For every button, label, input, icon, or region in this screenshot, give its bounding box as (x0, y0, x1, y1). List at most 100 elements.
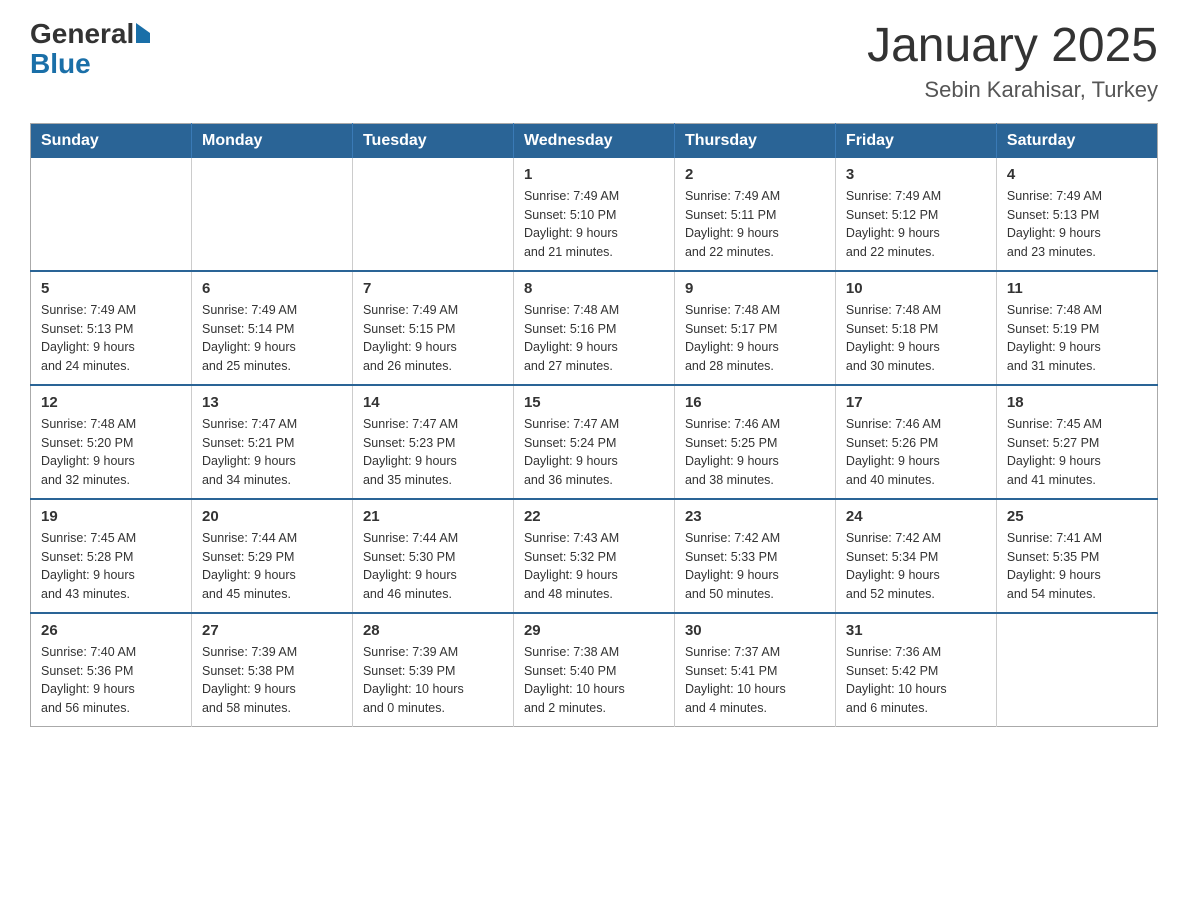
calendar-header: SundayMondayTuesdayWednesdayThursdayFrid… (31, 123, 1158, 158)
day-info: Sunrise: 7:49 AMSunset: 5:15 PMDaylight:… (363, 301, 503, 376)
logo-blue: Blue (30, 50, 91, 78)
week-row-5: 26 Sunrise: 7:40 AMSunset: 5:36 PMDayligh… (31, 613, 1158, 727)
day-info: Sunrise: 7:42 AMSunset: 5:33 PMDaylight:… (685, 529, 825, 604)
day-info: Sunrise: 7:47 AMSunset: 5:24 PMDaylight:… (524, 415, 664, 490)
day-info: Sunrise: 7:47 AMSunset: 5:23 PMDaylight:… (363, 415, 503, 490)
title-section: January 2025 Sebin Karahisar, Turkey (867, 20, 1158, 103)
calendar-cell: 16Sunrise: 7:46 AMSunset: 5:25 PMDayligh… (674, 385, 835, 499)
day-number: 15 (524, 394, 664, 411)
day-info: Sunrise: 7:41 AMSunset: 5:35 PMDaylight:… (1007, 529, 1147, 604)
calendar-cell: 31Sunrise: 7:36 AMSunset: 5:42 PMDayligh… (835, 613, 996, 727)
day-number: 3 (846, 166, 986, 183)
day-info: Sunrise: 7:38 AMSunset: 5:40 PMDaylight:… (524, 643, 664, 718)
day-number: 6 (202, 280, 342, 297)
week-row-4: 19 Sunrise: 7:45 AMSunset: 5:28 PMDayligh… (31, 499, 1158, 613)
day-number: 20 (202, 508, 342, 525)
calendar-cell: 17 Sunrise: 7:46 AMSunset: 5:26 PMDayligh… (835, 385, 996, 499)
week-row-3: 12 Sunrise: 7:48 AMSunset: 5:20 PMDayligh… (31, 385, 1158, 499)
day-number: 1 (524, 166, 664, 183)
day-number: 24 (846, 508, 986, 525)
calendar-title: January 2025 (867, 20, 1158, 73)
calendar-cell: 30 Sunrise: 7:37 AMSunset: 5:41 PMDayligh… (674, 613, 835, 727)
calendar-cell (996, 613, 1157, 727)
calendar-cell: 14 Sunrise: 7:47 AMSunset: 5:23 PMDayligh… (352, 385, 513, 499)
calendar-cell: 7 Sunrise: 7:49 AMSunset: 5:15 PMDaylight… (352, 271, 513, 385)
day-number: 5 (41, 280, 181, 297)
calendar-cell (352, 158, 513, 271)
calendar-cell: 25 Sunrise: 7:41 AMSunset: 5:35 PMDayligh… (996, 499, 1157, 613)
day-info: Sunrise: 7:45 AMSunset: 5:28 PMDaylight:… (41, 529, 181, 604)
calendar-cell: 13 Sunrise: 7:47 AMSunset: 5:21 PMDayligh… (191, 385, 352, 499)
calendar-cell: 9 Sunrise: 7:48 AMSunset: 5:17 PMDaylight… (674, 271, 835, 385)
day-info: Sunrise: 7:48 AMSunset: 5:17 PMDaylight:… (685, 301, 825, 376)
calendar-cell: 4Sunrise: 7:49 AMSunset: 5:13 PMDaylight… (996, 158, 1157, 271)
day-info: Sunrise: 7:49 AMSunset: 5:14 PMDaylight:… (202, 301, 342, 376)
calendar-cell (191, 158, 352, 271)
day-number: 19 (41, 508, 181, 525)
day-info: Sunrise: 7:37 AMSunset: 5:41 PMDaylight:… (685, 643, 825, 718)
week-row-1: 1Sunrise: 7:49 AMSunset: 5:10 PMDaylight… (31, 158, 1158, 271)
day-info: Sunrise: 7:39 AMSunset: 5:38 PMDaylight:… (202, 643, 342, 718)
day-number: 12 (41, 394, 181, 411)
weekday-header-tuesday: Tuesday (352, 123, 513, 158)
day-number: 28 (363, 622, 503, 639)
day-number: 21 (363, 508, 503, 525)
day-number: 17 (846, 394, 986, 411)
day-number: 25 (1007, 508, 1147, 525)
day-info: Sunrise: 7:42 AMSunset: 5:34 PMDaylight:… (846, 529, 986, 604)
logo-general-text: General (30, 18, 134, 49)
calendar-cell: 24 Sunrise: 7:42 AMSunset: 5:34 PMDayligh… (835, 499, 996, 613)
weekday-header-saturday: Saturday (996, 123, 1157, 158)
logo: General Blue (30, 20, 150, 78)
weekday-header-wednesday: Wednesday (513, 123, 674, 158)
day-info: Sunrise: 7:46 AMSunset: 5:26 PMDaylight:… (846, 415, 986, 490)
day-number: 13 (202, 394, 342, 411)
calendar-body: 1Sunrise: 7:49 AMSunset: 5:10 PMDaylight… (31, 158, 1158, 727)
day-info: Sunrise: 7:49 AMSunset: 5:12 PMDaylight:… (846, 187, 986, 262)
day-number: 9 (685, 280, 825, 297)
day-number: 27 (202, 622, 342, 639)
day-info: Sunrise: 7:40 AMSunset: 5:36 PMDaylight:… (41, 643, 181, 718)
day-number: 2 (685, 166, 825, 183)
calendar-cell: 3 Sunrise: 7:49 AMSunset: 5:12 PMDaylight… (835, 158, 996, 271)
calendar-cell: 21 Sunrise: 7:44 AMSunset: 5:30 PMDayligh… (352, 499, 513, 613)
day-number: 11 (1007, 280, 1147, 297)
day-number: 26 (41, 622, 181, 639)
day-info: Sunrise: 7:39 AMSunset: 5:39 PMDaylight:… (363, 643, 503, 718)
calendar-cell: 5 Sunrise: 7:49 AMSunset: 5:13 PMDaylight… (31, 271, 192, 385)
day-info: Sunrise: 7:49 AMSunset: 5:11 PMDaylight:… (685, 187, 825, 262)
calendar-cell: 6 Sunrise: 7:49 AMSunset: 5:14 PMDaylight… (191, 271, 352, 385)
day-number: 14 (363, 394, 503, 411)
calendar-cell: 8Sunrise: 7:48 AMSunset: 5:16 PMDaylight… (513, 271, 674, 385)
day-info: Sunrise: 7:48 AMSunset: 5:16 PMDaylight:… (524, 301, 664, 376)
calendar-cell: 1Sunrise: 7:49 AMSunset: 5:10 PMDaylight… (513, 158, 674, 271)
day-info: Sunrise: 7:48 AMSunset: 5:20 PMDaylight:… (41, 415, 181, 490)
calendar-cell: 18 Sunrise: 7:45 AMSunset: 5:27 PMDayligh… (996, 385, 1157, 499)
day-number: 7 (363, 280, 503, 297)
day-info: Sunrise: 7:49 AMSunset: 5:13 PMDaylight:… (41, 301, 181, 376)
calendar-cell: 15 Sunrise: 7:47 AMSunset: 5:24 PMDayligh… (513, 385, 674, 499)
calendar-cell: 12 Sunrise: 7:48 AMSunset: 5:20 PMDayligh… (31, 385, 192, 499)
calendar-cell: 10Sunrise: 7:48 AMSunset: 5:18 PMDayligh… (835, 271, 996, 385)
day-info: Sunrise: 7:36 AMSunset: 5:42 PMDaylight:… (846, 643, 986, 718)
calendar-cell: 19 Sunrise: 7:45 AMSunset: 5:28 PMDayligh… (31, 499, 192, 613)
day-number: 22 (524, 508, 664, 525)
day-info: Sunrise: 7:45 AMSunset: 5:27 PMDaylight:… (1007, 415, 1147, 490)
day-info: Sunrise: 7:44 AMSunset: 5:30 PMDaylight:… (363, 529, 503, 604)
calendar-table: SundayMondayTuesdayWednesdayThursdayFrid… (30, 123, 1158, 727)
day-info: Sunrise: 7:46 AMSunset: 5:25 PMDaylight:… (685, 415, 825, 490)
calendar-subtitle: Sebin Karahisar, Turkey (867, 77, 1158, 103)
weekday-header-friday: Friday (835, 123, 996, 158)
calendar-cell: 28 Sunrise: 7:39 AMSunset: 5:39 PMDayligh… (352, 613, 513, 727)
calendar-cell (31, 158, 192, 271)
calendar-cell: 23Sunrise: 7:42 AMSunset: 5:33 PMDayligh… (674, 499, 835, 613)
weekday-header-thursday: Thursday (674, 123, 835, 158)
weekday-header-monday: Monday (191, 123, 352, 158)
week-row-2: 5 Sunrise: 7:49 AMSunset: 5:13 PMDaylight… (31, 271, 1158, 385)
day-info: Sunrise: 7:48 AMSunset: 5:19 PMDaylight:… (1007, 301, 1147, 376)
day-number: 30 (685, 622, 825, 639)
day-info: Sunrise: 7:47 AMSunset: 5:21 PMDaylight:… (202, 415, 342, 490)
day-number: 18 (1007, 394, 1147, 411)
calendar-cell: 22Sunrise: 7:43 AMSunset: 5:32 PMDayligh… (513, 499, 674, 613)
weekday-row: SundayMondayTuesdayWednesdayThursdayFrid… (31, 123, 1158, 158)
